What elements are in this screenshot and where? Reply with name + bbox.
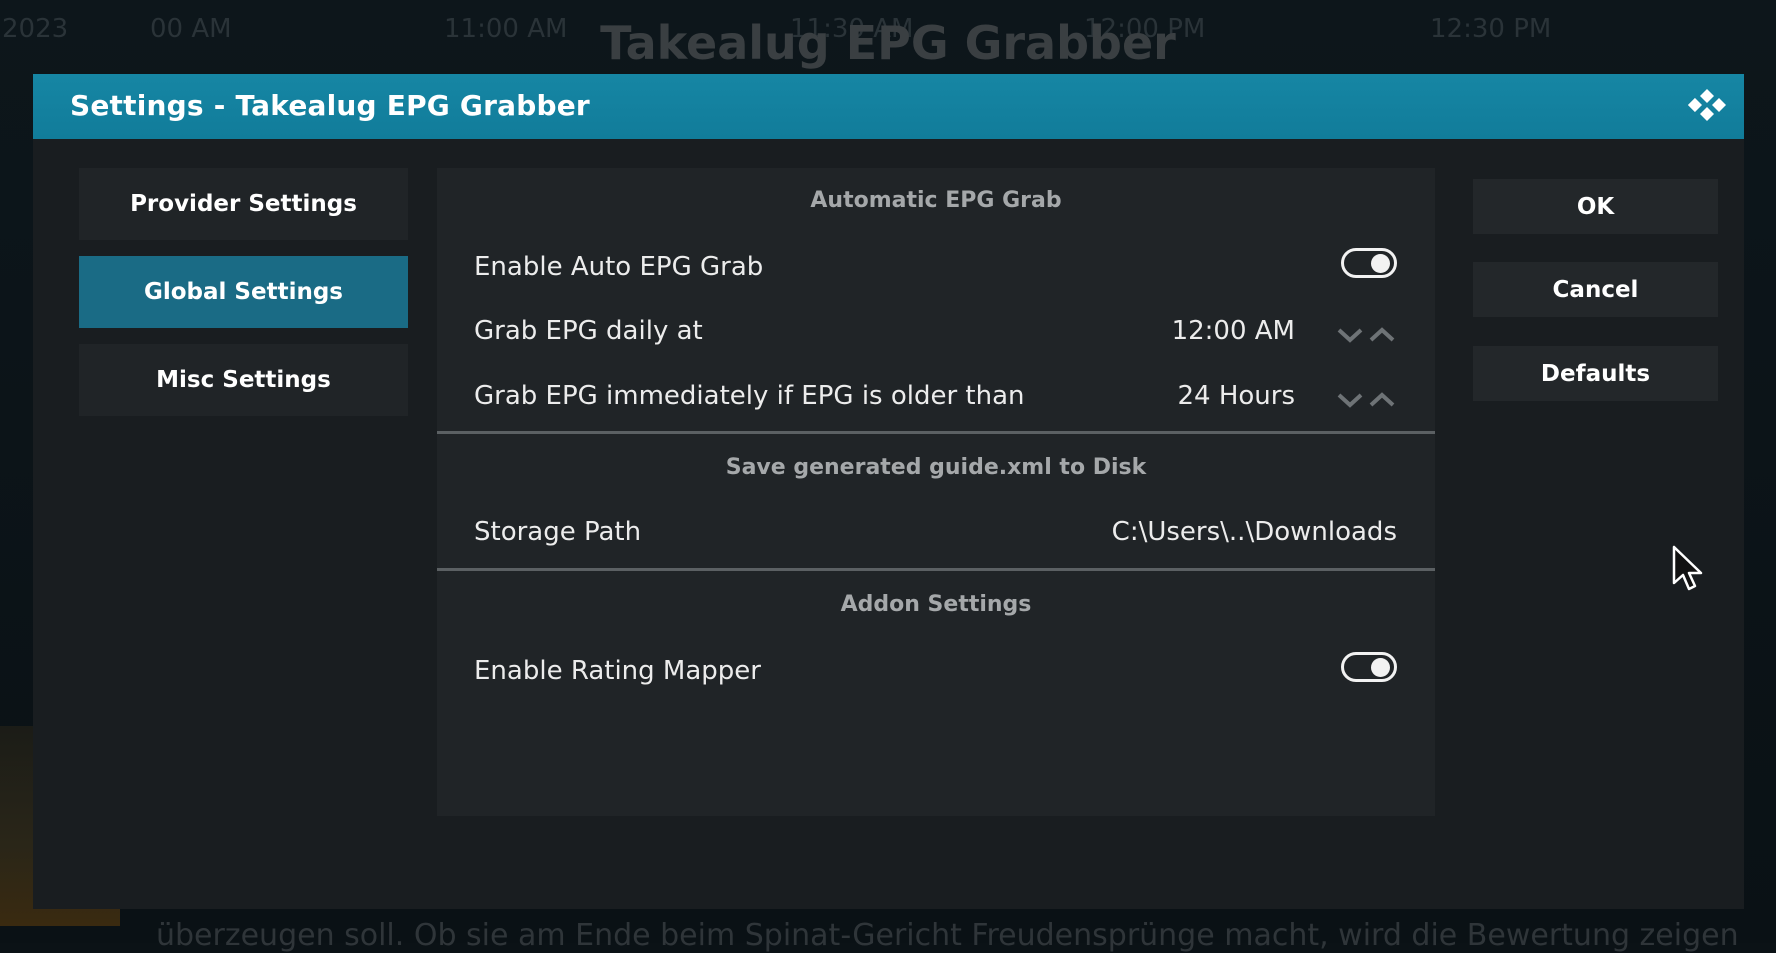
setting-grab-epg-daily-at[interactable]: Grab EPG daily at <box>474 316 703 346</box>
setting-storage-path[interactable]: Storage Path <box>474 517 641 547</box>
dialog-titlebar: Settings - Takealug EPG Grabber <box>33 74 1744 139</box>
category-provider-settings[interactable]: Provider Settings <box>79 168 408 240</box>
toggle-knob <box>1371 658 1390 677</box>
grab-epg-daily-at-value: 12:00 AM <box>1171 316 1295 346</box>
group-header-addon-settings: Addon Settings <box>840 592 1032 617</box>
storage-path-value: C:\Users\..\Downloads <box>1111 517 1397 547</box>
category-misc-settings[interactable]: Misc Settings <box>79 344 408 416</box>
chevron-down-icon <box>1337 328 1363 343</box>
toggle-knob <box>1371 254 1390 273</box>
cancel-button[interactable]: Cancel <box>1473 262 1718 317</box>
category-label: Provider Settings <box>130 191 357 217</box>
background-description: überzeugen soll. Ob sie am Ende beim Spi… <box>156 918 1739 953</box>
mouse-cursor-icon <box>1672 545 1703 591</box>
settings-panel: Automatic EPG Grab Enable Auto EPG Grab … <box>437 168 1435 816</box>
category-global-settings[interactable]: Global Settings <box>79 256 408 328</box>
grab-epg-if-older-spinner[interactable] <box>1337 389 1397 411</box>
category-label: Global Settings <box>143 279 343 305</box>
category-label: Misc Settings <box>156 367 331 393</box>
chevron-up-icon <box>1369 392 1395 407</box>
cancel-button-label: Cancel <box>1552 276 1639 303</box>
ok-button[interactable]: OK <box>1473 179 1718 234</box>
chevron-down-icon <box>1337 393 1363 408</box>
group-divider <box>437 568 1435 571</box>
setting-enable-rating-mapper[interactable]: Enable Rating Mapper <box>474 656 761 686</box>
grab-epg-daily-at-spinner[interactable] <box>1337 324 1397 346</box>
setting-grab-epg-if-older[interactable]: Grab EPG immediately if EPG is older tha… <box>474 381 1025 411</box>
group-header-automatic-epg-grab: Automatic EPG Grab <box>810 188 1062 213</box>
kodi-logo-icon[interactable] <box>1686 87 1728 129</box>
setting-enable-auto-epg-grab[interactable]: Enable Auto EPG Grab <box>474 252 763 282</box>
enable-rating-mapper-toggle[interactable] <box>1341 652 1397 682</box>
grab-epg-if-older-value: 24 Hours <box>1177 381 1295 411</box>
ok-button-label: OK <box>1576 193 1615 220</box>
chevron-up-icon <box>1369 327 1395 342</box>
settings-dialog: Settings - Takealug EPG Grabber Provider… <box>33 74 1744 909</box>
defaults-button-label: Defaults <box>1540 360 1651 387</box>
group-divider <box>437 431 1435 434</box>
group-header-save-guide: Save generated guide.xml to Disk <box>725 455 1147 480</box>
enable-auto-epg-grab-toggle[interactable] <box>1341 248 1397 278</box>
background-title: Takealug EPG Grabber <box>600 16 1176 70</box>
defaults-button[interactable]: Defaults <box>1473 346 1718 401</box>
dialog-title: Settings - Takealug EPG Grabber <box>70 89 590 122</box>
